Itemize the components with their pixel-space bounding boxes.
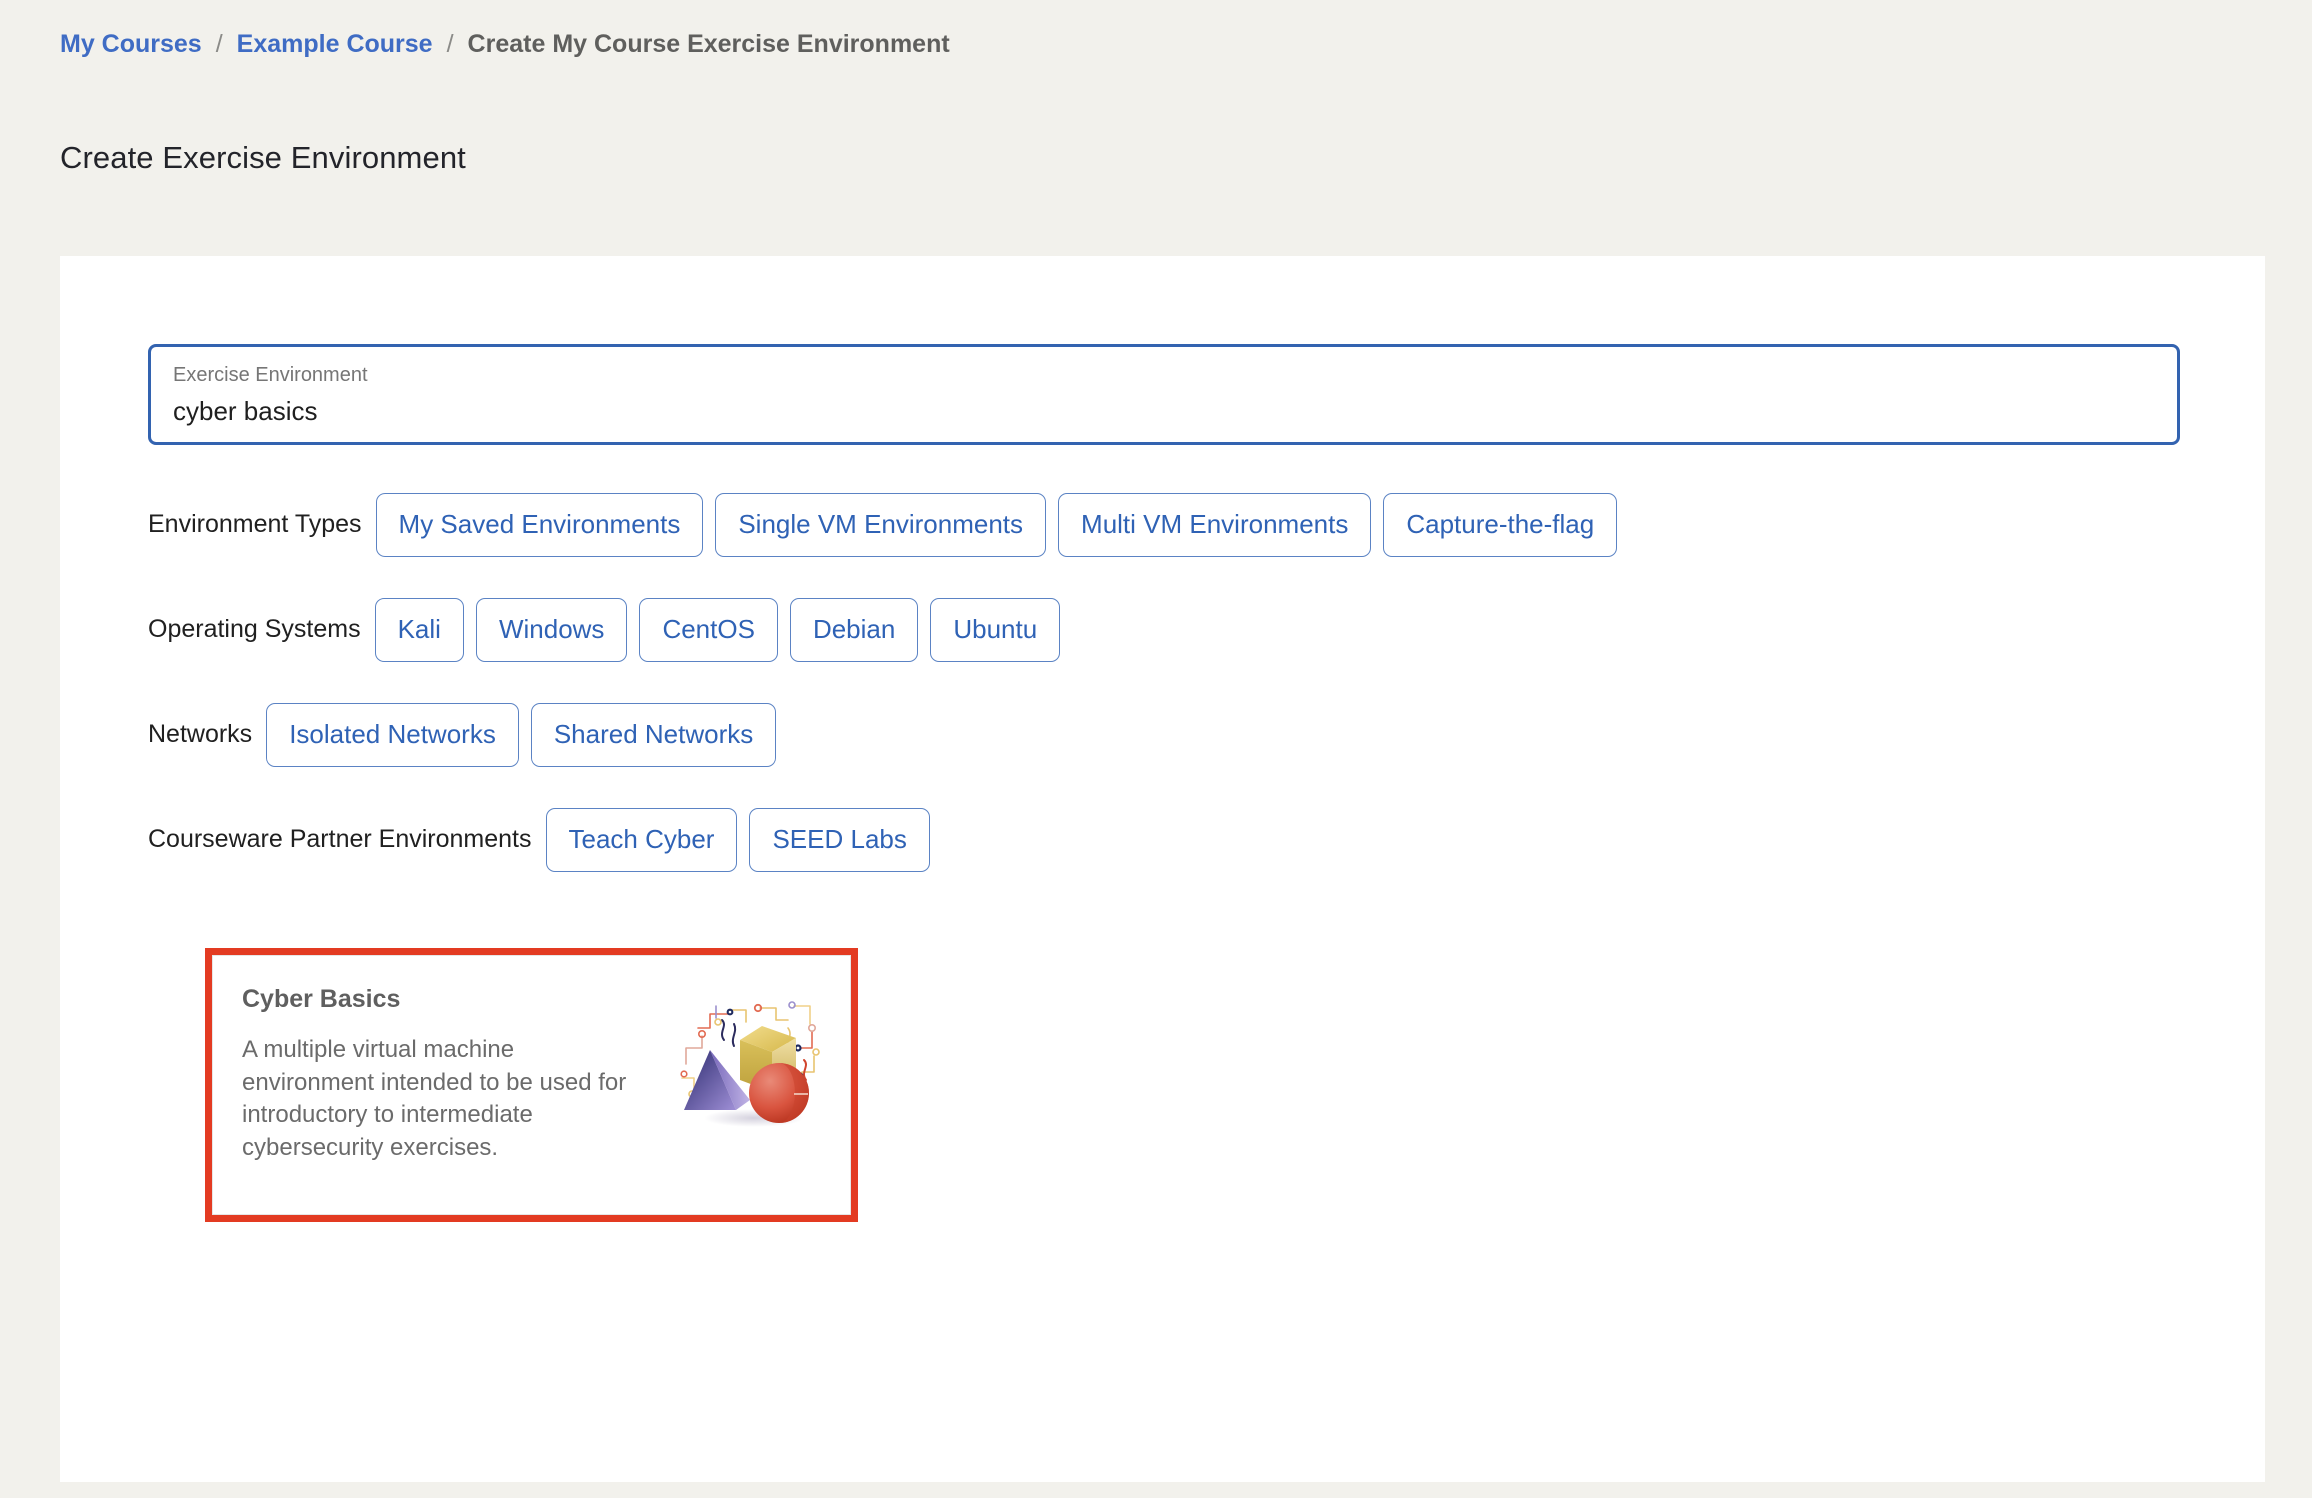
chip-ubuntu[interactable]: Ubuntu xyxy=(930,597,1061,662)
chip-group-courseware-partner-environments: Teach Cyber SEED Labs xyxy=(532,807,930,872)
result-card-cyber-basics[interactable]: Cyber Basics A multiple virtual machine … xyxy=(205,948,858,1222)
filter-label-operating-systems: Operating Systems xyxy=(148,615,361,643)
filter-row-operating-systems: Operating Systems Kali Windows CentOS De… xyxy=(148,577,2208,682)
result-card-text: Cyber Basics A multiple virtual machine … xyxy=(242,987,642,1214)
breadcrumb-separator: / xyxy=(215,30,223,58)
filter-row-networks: Networks Isolated Networks Shared Networ… xyxy=(148,682,2208,787)
chip-isolated-networks[interactable]: Isolated Networks xyxy=(266,702,519,767)
chip-capture-the-flag[interactable]: Capture-the-flag xyxy=(1383,492,1618,557)
breadcrumb: My Courses / Example Course / Create My … xyxy=(60,32,950,57)
chip-group-environment-types: My Saved Environments Single VM Environm… xyxy=(362,492,1618,557)
chip-my-saved-environments[interactable]: My Saved Environments xyxy=(375,492,704,557)
create-exercise-environment-page: My Courses / Example Course / Create My … xyxy=(0,0,2312,1498)
result-card-title: Cyber Basics xyxy=(242,985,401,1013)
filter-row-courseware-partner-environments: Courseware Partner Environments Teach Cy… xyxy=(148,787,2208,892)
filter-label-courseware-partner-environments: Courseware Partner Environments xyxy=(148,825,532,853)
exercise-environment-name-field[interactable]: Exercise Environment cyber basics xyxy=(148,344,2180,445)
filter-label-networks: Networks xyxy=(148,720,253,748)
chip-kali[interactable]: Kali xyxy=(374,597,464,662)
breadcrumb-separator: / xyxy=(446,30,454,58)
breadcrumb-item-current: Create My Course Exercise Environment xyxy=(467,30,950,58)
chip-shared-networks[interactable]: Shared Networks xyxy=(530,702,777,767)
content-panel: Exercise Environment cyber basics Enviro… xyxy=(60,256,2265,1482)
chip-teach-cyber[interactable]: Teach Cyber xyxy=(545,807,738,872)
filter-groups: Environment Types My Saved Environments … xyxy=(148,472,2208,892)
chip-windows[interactable]: Windows xyxy=(475,597,628,662)
chip-seed-labs[interactable]: SEED Labs xyxy=(749,807,930,872)
chip-multi-vm-environments[interactable]: Multi VM Environments xyxy=(1058,492,1372,557)
exercise-environment-name-value[interactable]: cyber basics xyxy=(173,395,2155,428)
results-list: Cyber Basics A multiple virtual machine … xyxy=(205,948,858,1222)
result-card-description: A multiple virtual machine environment i… xyxy=(242,1036,627,1161)
chip-centos[interactable]: CentOS xyxy=(639,597,778,662)
chip-debian[interactable]: Debian xyxy=(789,597,919,662)
cyber-basics-illustration-icon xyxy=(676,998,826,1130)
chip-group-operating-systems: Kali Windows CentOS Debian Ubuntu xyxy=(361,597,1061,662)
result-card-body: Cyber Basics A multiple virtual machine … xyxy=(212,955,851,1215)
chip-group-networks: Isolated Networks Shared Networks xyxy=(252,702,777,767)
page-title: Create Exercise Environment xyxy=(60,140,466,175)
exercise-environment-name-label: Exercise Environment xyxy=(173,364,368,386)
filter-row-environment-types: Environment Types My Saved Environments … xyxy=(148,472,2208,577)
breadcrumb-item-my-courses[interactable]: My Courses xyxy=(60,32,202,57)
chip-single-vm-environments[interactable]: Single VM Environments xyxy=(715,492,1047,557)
filter-label-environment-types: Environment Types xyxy=(148,510,362,538)
breadcrumb-item-example-course[interactable]: Example Course xyxy=(237,32,433,57)
